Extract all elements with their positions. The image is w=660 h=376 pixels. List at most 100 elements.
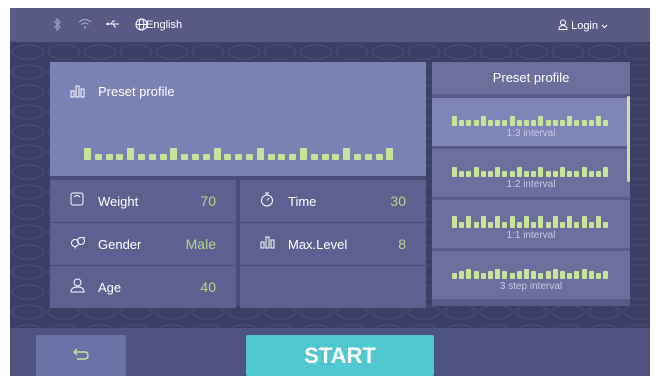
profile-bar xyxy=(452,216,457,228)
bar-chart-icon xyxy=(260,235,276,254)
profile-bar xyxy=(267,154,275,160)
profile-bar xyxy=(466,216,472,228)
weight-field[interactable]: Weight 70 xyxy=(50,180,236,222)
login-button[interactable]: Login xyxy=(558,19,608,33)
profile-bar xyxy=(488,222,493,228)
stopwatch-icon xyxy=(260,192,274,212)
profile-bar xyxy=(538,273,544,279)
profile-bar xyxy=(552,269,558,279)
profile-bar xyxy=(502,120,508,126)
profile-bar xyxy=(473,222,479,228)
profile-bar xyxy=(588,120,594,126)
profile-bar xyxy=(552,171,558,177)
profile-bar xyxy=(105,154,113,160)
profile-bar xyxy=(603,271,609,279)
preset-profile-card[interactable]: Preset profile xyxy=(50,62,426,176)
profile-bar xyxy=(524,216,529,228)
scale-icon xyxy=(70,192,84,211)
profile-bar xyxy=(289,154,297,160)
profile-bar xyxy=(159,154,167,160)
profile-bar xyxy=(574,171,580,177)
start-button[interactable]: START xyxy=(246,335,434,376)
weight-value: 70 xyxy=(200,193,216,209)
profile-bar xyxy=(603,167,609,177)
profile-bar xyxy=(480,171,486,177)
profile-bar xyxy=(452,167,457,177)
profile-bar xyxy=(235,154,243,160)
preset-item-graph xyxy=(452,208,612,228)
preset-profile-graph xyxy=(84,134,394,160)
profile-bar xyxy=(545,171,551,177)
profile-bar xyxy=(466,269,472,279)
chevron-down-icon xyxy=(601,20,608,32)
age-field[interactable]: Age 40 xyxy=(50,266,236,308)
profile-bar xyxy=(545,222,551,228)
profile-bar xyxy=(354,154,361,160)
profile-bar xyxy=(596,273,601,279)
profile-bar xyxy=(560,271,565,279)
profile-bar xyxy=(516,222,522,228)
preset-item-3-step-interval[interactable]: 3 step interval xyxy=(432,251,630,299)
preset-item-graph xyxy=(452,157,612,177)
preset-list-scrollbar[interactable] xyxy=(627,96,630,182)
profile-bar xyxy=(300,148,307,160)
gender-field[interactable]: Gender Male xyxy=(50,223,236,265)
login-label: Login xyxy=(571,20,598,32)
profile-bar xyxy=(588,271,594,279)
profile-bar xyxy=(480,216,486,228)
profile-bar xyxy=(524,120,529,126)
profile-bar xyxy=(480,273,486,279)
preset-item-caption: 1:2 interval xyxy=(506,179,556,190)
max-level-field[interactable]: Max.Level 8 xyxy=(240,223,426,265)
profile-bar xyxy=(473,120,479,126)
preset-item-1-3-interval[interactable]: 1:3 interval xyxy=(432,98,630,146)
profile-bar xyxy=(588,171,594,177)
age-label: Age xyxy=(98,280,122,295)
profile-bar xyxy=(495,269,501,279)
back-button[interactable] xyxy=(36,335,126,376)
profile-bar xyxy=(138,154,145,160)
profile-summary-panel: Preset profile Weight 70 Time 30 Gender … xyxy=(50,62,426,308)
profile-bar xyxy=(310,154,318,160)
profile-bar xyxy=(278,154,286,160)
profile-bar xyxy=(84,148,91,160)
profile-bar xyxy=(574,222,580,228)
max-level-label: Max.Level xyxy=(288,237,348,252)
preset-item-graph xyxy=(452,259,612,279)
profile-bar xyxy=(495,120,501,126)
profile-bar xyxy=(364,154,372,160)
preset-item-graph xyxy=(452,106,612,126)
time-field[interactable]: Time 30 xyxy=(240,180,426,222)
max-level-value: 8 xyxy=(398,236,406,252)
profile-bar xyxy=(452,116,457,126)
profile-bar xyxy=(552,216,558,228)
profile-bar xyxy=(545,120,551,126)
profile-bar xyxy=(531,271,537,279)
preset-item-1-1-interval[interactable]: 1:1 interval xyxy=(432,200,630,248)
profile-bar xyxy=(603,120,609,126)
gender-icon xyxy=(70,235,86,254)
profile-bar xyxy=(524,269,529,279)
preset-item-caption: 1:1 interval xyxy=(506,230,556,241)
profile-bar xyxy=(560,167,565,177)
time-label: Time xyxy=(288,194,317,209)
profile-bar xyxy=(581,216,587,228)
profile-bar xyxy=(596,171,601,177)
profile-bar xyxy=(459,171,465,177)
profile-bar xyxy=(202,154,210,160)
profile-bar xyxy=(560,120,565,126)
profile-bar xyxy=(480,116,486,126)
age-value: 40 xyxy=(200,279,216,295)
preset-item-1-2-interval[interactable]: 1:2 interval xyxy=(432,149,630,197)
profile-bar xyxy=(538,216,544,228)
user-icon xyxy=(558,19,568,33)
footer-bar: START xyxy=(10,328,650,376)
profile-bar xyxy=(192,154,199,160)
preset-list-title: Preset profile xyxy=(432,62,630,94)
profile-bar xyxy=(495,167,501,177)
profile-bar xyxy=(502,271,508,279)
gender-label: Gender xyxy=(98,237,142,252)
language-label[interactable]: English xyxy=(146,19,182,31)
profile-bar xyxy=(538,167,544,177)
profile-bar xyxy=(343,148,351,160)
